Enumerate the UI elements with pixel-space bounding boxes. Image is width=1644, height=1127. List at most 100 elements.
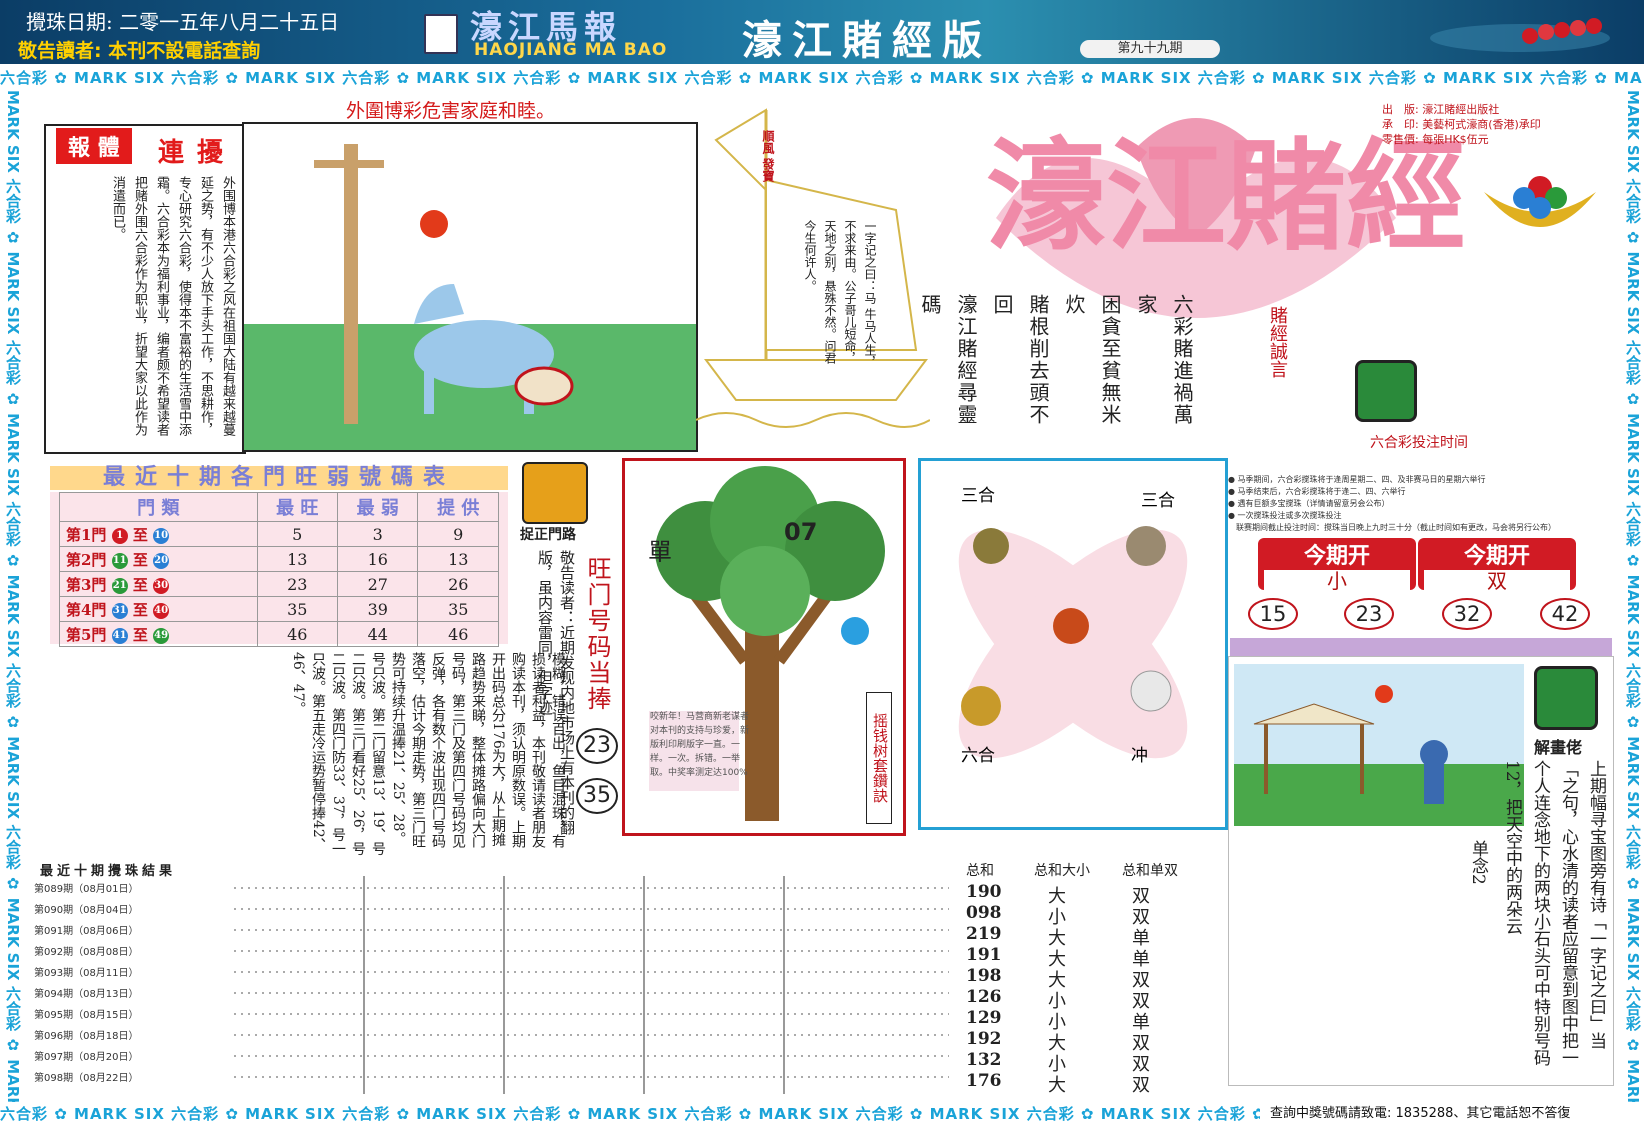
marksix-banner-left: MARK SIX 六合彩 ✿ MARK SIX 六合彩 ✿ MARK SIX 六… <box>4 90 22 1102</box>
totals-header: 总和 <box>966 863 994 879</box>
col-header-gate: 門 類 <box>59 492 258 522</box>
ball-from: 1 <box>111 527 128 544</box>
gate-cell: 第1門 1 至 10 <box>59 521 258 547</box>
hot-cell: 23 <box>256 571 339 597</box>
warning-headline: 外圍博彩危害家庭和睦。 <box>346 100 556 122</box>
sum-total: 190 <box>966 882 1002 902</box>
printer-line: 承 印: 美藝柯式濠商(香港)承印 <box>1382 118 1541 131</box>
result-number: 15 <box>1248 598 1298 630</box>
draw-row-label: 第093期（08月11日） <box>34 966 139 979</box>
marksix-banner-right: MARK SIX 六合彩 ✿ MARK SIX 六合彩 ✿ MARK SIX 六… <box>1624 90 1642 1102</box>
brand-logo-en: HAOJIANG MA BAO <box>474 40 668 60</box>
draw-row-label: 第098期（08月22日） <box>34 1071 139 1084</box>
correct-gate-label: 捉正門路 <box>520 527 576 543</box>
ball-to: 30 <box>153 577 170 594</box>
stats-row: 第2門 11 至 20 13 16 13 <box>59 546 499 572</box>
tree-label-single: 單 <box>648 538 672 566</box>
price-line: 零售價: 每張HK$伍元 <box>1382 133 1489 146</box>
draw-row-label: 第095期（08月15日） <box>34 1008 139 1021</box>
period-card-value: 小 <box>1264 570 1410 592</box>
tree-side-label: 摇钱树套鑽訣 <box>866 692 892 824</box>
sum-total: 176 <box>966 1071 1002 1091</box>
issue-number: 第九十九期 <box>1080 40 1220 58</box>
riddle-decoder-label: 解畫佬 <box>1534 738 1583 757</box>
col-header-hot: 最 旺 <box>256 492 339 522</box>
weak-cell: 44 <box>336 621 419 647</box>
footer-contact: 查詢中獎號碼請致電: 1835288、其它電話恕不答復 <box>1270 1106 1571 1121</box>
gate-cell: 第5門 41 至 49 <box>59 621 258 647</box>
horse-illustration <box>242 122 698 452</box>
ball-from: 31 <box>111 602 128 619</box>
hot-cell: 46 <box>256 621 339 647</box>
rabbit-icon <box>1130 670 1172 712</box>
stats-row: 第4門 31 至 40 35 39 35 <box>59 596 499 622</box>
zodiac-label: 三合 <box>961 486 995 506</box>
sum-size: 大 <box>1048 1075 1066 1096</box>
draw-time-label: 六合彩投注时间 <box>1370 435 1468 451</box>
publisher-line: 出 版: 濠江賭經出版社 <box>1382 103 1500 116</box>
zodiac-relation-panel: 三合 三合 六合 冲 <box>918 458 1228 830</box>
sum-total: 132 <box>966 1050 1002 1070</box>
motto-verses: 六彩賭進禍萬家 困貪至貧無米炊 賭根削去頭不回 濠江賭經尋靈碼 <box>918 294 1200 444</box>
pick-cell: 26 <box>417 571 499 597</box>
draw-row-label: 第091期（08月06日） <box>34 924 139 937</box>
rule-line: ● 马季期间，六合彩搅珠将于逢周星期二、四、及非赛马日的星期六举行 <box>1228 475 1486 484</box>
weak-cell: 16 <box>336 546 419 572</box>
hot-cell: 13 <box>256 546 339 572</box>
totals-table: 总和 总和大小 总和单双 190 大双 098 小双 219 大单 191 大单 198 大双 12… <box>962 860 1202 1096</box>
divider-bar <box>1230 638 1612 656</box>
motto-line: 六彩賭進禍萬家 <box>1134 294 1194 426</box>
hot-number: 35 <box>576 778 618 814</box>
rule-line: ● 马季结束后，六合彩搅珠将于逢二、四、六举行 <box>1228 487 1406 496</box>
rooster-icon <box>1053 608 1089 644</box>
draw-row-label: 第094期（08月13日） <box>34 987 139 1000</box>
hot-cell: 5 <box>256 521 339 547</box>
riddle-text: 上期幅寻宝图旁有诗「一字记之曰」当「之句，心水清的读者应留意到图中把一个人连念地… <box>1502 760 1606 1066</box>
weak-cell: 39 <box>336 596 419 622</box>
sum-total: 191 <box>966 945 1002 965</box>
ball-from: 11 <box>111 552 128 569</box>
zodiac-label: 六合 <box>961 746 995 766</box>
gate-cell: 第4門 31 至 40 <box>59 596 258 622</box>
ball-from: 41 <box>111 627 128 644</box>
book-icon <box>424 14 458 54</box>
tree-note: 咬新年！马营商新老谋者对本刊的支持与珍爱，新版利印刷版字一直。一样。一次。拆错。… <box>650 712 750 778</box>
draw-row-label: 第092期（08月08日） <box>34 945 139 958</box>
edition-title: 濠江賭經版 <box>742 17 992 64</box>
pick-cell: 35 <box>417 596 499 622</box>
stats-row: 第1門 1 至 10 5 3 9 <box>59 521 499 547</box>
motto-line: 賭根削去頭不回 <box>990 294 1050 426</box>
draw-row-label: 第096期（08月18日） <box>34 1029 139 1042</box>
gate-cell: 第2門 11 至 20 <box>59 546 258 572</box>
sum-total: 129 <box>966 1008 1002 1028</box>
result-number: 32 <box>1442 598 1492 630</box>
boat-flag-text: 順風 發寶 <box>761 130 775 183</box>
pointing-hand-icon <box>1355 360 1417 422</box>
dragon-icon <box>961 686 1001 726</box>
gate-name: 第3門 <box>66 575 107 594</box>
sum-total: 198 <box>966 966 1002 986</box>
riddle-guess: 单念2 <box>1468 840 1488 885</box>
analysis-text: 模糊，错误百出，鱼目混珠，有损读者利益，本刊敬请读者朋友购读本刊，须认明原数误。… <box>290 652 566 856</box>
result-number: 42 <box>1540 598 1590 630</box>
sum-total: 219 <box>966 924 1002 944</box>
rule-line: 联赛期间截止投注时间：搅珠当日晚上九时三十分（截止时间如有更改，马会将另行公布） <box>1228 523 1556 532</box>
ball-to: 40 <box>153 602 170 619</box>
stats-row: 第3門 21 至 30 23 27 26 <box>59 571 499 597</box>
weak-cell: 3 <box>336 521 419 547</box>
pick-cell: 46 <box>417 621 499 647</box>
tree-label-number: 07 <box>784 518 818 546</box>
results-grid: 第089期（08月01日） 第090期（08月04日） 第091期（08月06日） 第… <box>34 876 949 1094</box>
story-title: 連 擾 <box>158 138 226 168</box>
hot-cell: 35 <box>256 596 339 622</box>
boat-poem: 一字记之曰：马 牛马人生，不求来由。公子哥儿短命，天地之别，悬殊不然。问君今生何… <box>803 220 877 368</box>
period-card-size: 今期开 小 <box>1258 538 1416 592</box>
col-header-pick: 提 供 <box>417 492 499 522</box>
story-text: 外围博本港六合彩之风在祖国大陆有越来越蔓延之势，有不少人放下手头工作，不思耕作，… <box>110 176 235 436</box>
ball-to: 10 <box>153 527 170 544</box>
gate-name: 第2門 <box>66 550 107 569</box>
zodiac-label: 三合 <box>1141 491 1175 511</box>
result-number: 23 <box>1344 598 1394 630</box>
period-card-title: 今期开 <box>1463 544 1530 569</box>
rule-line: ● 遇有巨额多宝搅珠（详情请留意另会公布） <box>1228 499 1390 508</box>
